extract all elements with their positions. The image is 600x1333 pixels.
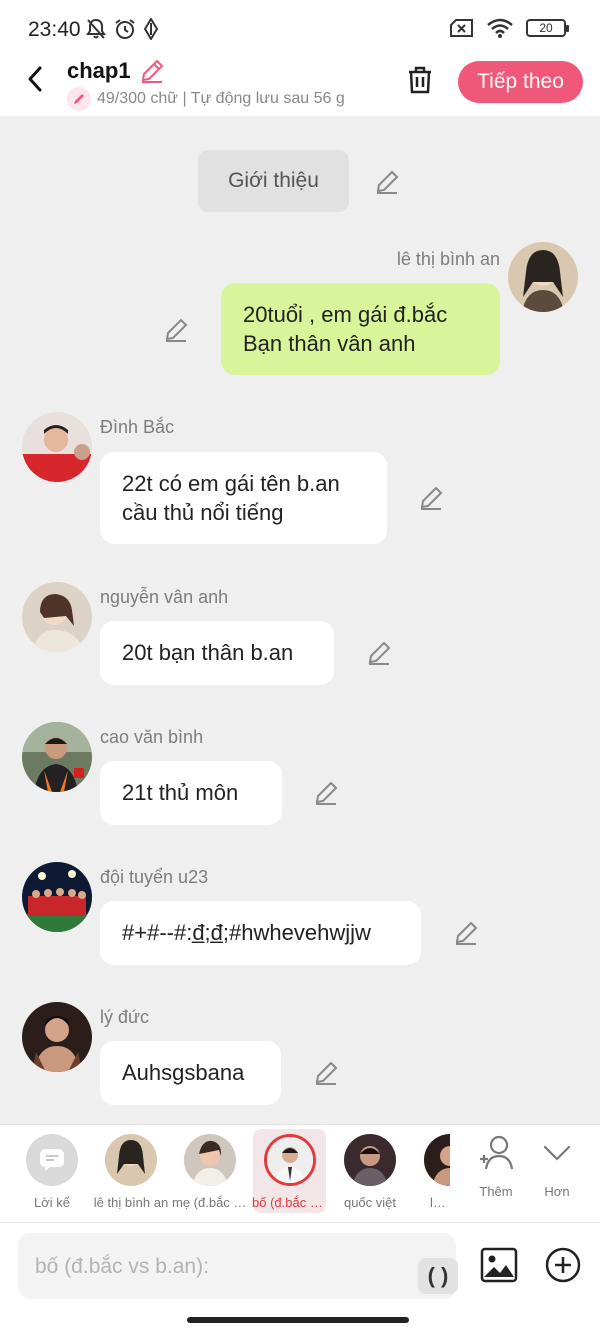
sender-name: Đình Bắc <box>100 417 175 437</box>
character-narrator[interactable]: Lời kể <box>14 1133 90 1210</box>
sender-name: nguyễn vân anh <box>100 587 229 607</box>
message-text: 20t bạn thân b.an <box>122 640 294 665</box>
notifications-off-icon <box>86 18 106 39</box>
edit-icon[interactable] <box>313 780 339 806</box>
character-label: Lời kể <box>34 1195 70 1210</box>
alarm-icon <box>115 19 135 39</box>
message-text: 22t có em gái tên b.an cầu thủ nổi tiếng <box>122 471 340 525</box>
intro-label[interactable]: Giới thiệu <box>198 150 349 212</box>
message-bubble[interactable]: Auhsgsbana <box>100 1041 281 1105</box>
home-indicator <box>187 1317 409 1323</box>
message-text: Auhsgsbana <box>122 1060 245 1085</box>
message-bubble[interactable]: 20tuổi , em gái đ.bắc Bạn thân vân anh <box>221 283 500 375</box>
avatar[interactable] <box>22 1002 92 1072</box>
avatar <box>264 1134 316 1186</box>
message-text: 20tuổi , em gái đ.bắc Bạn thân vân anh <box>243 302 448 356</box>
trash-icon <box>409 66 431 94</box>
avatar[interactable] <box>508 242 578 312</box>
avatar[interactable] <box>22 582 92 652</box>
character-label: bố (đ.bắc vs b.an) <box>252 1195 328 1210</box>
avatar[interactable] <box>22 862 92 932</box>
character-item[interactable]: lý đức <box>410 1133 450 1210</box>
narrator-icon <box>26 1134 78 1186</box>
character-item[interactable]: quốc việt <box>332 1133 408 1210</box>
avatar <box>344 1134 396 1186</box>
message-bubble[interactable]: #+#--#:đ̲;đ̲;#hwhevehwjjw <box>100 901 421 965</box>
edit-icon[interactable] <box>453 920 479 946</box>
wifi-icon <box>487 18 513 38</box>
sender-name: lý đức <box>100 1007 150 1027</box>
chapter-title-text: chap1 <box>67 58 131 83</box>
avatar <box>105 1134 157 1186</box>
character-bar: Lời kể lê thị bình an mẹ (đ.bắc vs b.an)… <box>0 1124 600 1222</box>
input-placeholder: bố (đ.bắc vs b.an): <box>35 1255 209 1278</box>
message-text: 21t thủ môn <box>122 780 239 805</box>
vpn-icon <box>144 18 158 40</box>
sender-name: cao văn bình <box>100 727 204 747</box>
editor-header: chap1 49/300 chữ | Tự động lưu sau 56 g … <box>0 56 600 116</box>
message-bubble[interactable]: 22t có em gái tên b.an cầu thủ nổi tiếng <box>100 452 387 544</box>
less-label: Hơn <box>544 1184 570 1199</box>
input-bar: bố (đ.bắc vs b.an): ( ) <box>0 1223 600 1333</box>
avatar[interactable] <box>22 412 92 482</box>
chevron-down-icon <box>543 1145 571 1161</box>
character-label: lý đức <box>430 1195 450 1210</box>
collapse-button[interactable]: Hơn <box>527 1135 587 1199</box>
character-label: mẹ (đ.bắc vs b.an) <box>172 1195 248 1210</box>
battery-indicator: 20 <box>526 19 569 37</box>
chapter-title[interactable]: chap1 <box>67 58 165 84</box>
more-label: Thêm <box>479 1184 513 1199</box>
edit-icon[interactable] <box>313 1060 339 1086</box>
character-item[interactable]: mẹ (đ.bắc vs b.an) <box>172 1133 248 1210</box>
edit-icon[interactable] <box>366 640 392 666</box>
sender-name: lê thị bình an <box>396 249 500 269</box>
add-character-button[interactable]: Thêm <box>466 1135 526 1199</box>
message-bubble[interactable]: 21t thủ môn <box>100 761 282 825</box>
character-item-selected[interactable]: bố (đ.bắc vs b.an) <box>252 1129 328 1213</box>
edit-icon[interactable] <box>418 485 444 511</box>
character-label: quốc việt <box>343 1195 397 1210</box>
pencil-icon <box>67 87 91 111</box>
chat-area[interactable]: Giới thiệu lê thị bình an 20tuổi , em gá… <box>0 116 600 1124</box>
character-label: lê thị bình an <box>93 1195 169 1210</box>
edit-icon[interactable] <box>374 169 400 195</box>
image-icon[interactable] <box>480 1246 518 1284</box>
status-bar: 23:40 20 <box>0 0 600 56</box>
sender-name: đội tuyển u23 <box>100 867 209 887</box>
avatar <box>424 1134 450 1186</box>
status-time: 23:40 <box>28 18 81 41</box>
character-item[interactable]: lê thị bình an <box>93 1133 169 1210</box>
add-person-icon <box>480 1135 514 1170</box>
back-button[interactable] <box>20 64 50 94</box>
add-icon[interactable] <box>544 1246 582 1284</box>
parentheses-button[interactable]: ( ) <box>418 1258 458 1294</box>
word-count-text: 49/300 chữ | Tự động lưu sau 56 g <box>97 90 345 107</box>
edit-icon[interactable] <box>163 317 189 343</box>
message-text: #+#--#:đ̲;đ̲;#hwhevehwjjw <box>122 920 371 945</box>
avatar <box>184 1134 236 1186</box>
message-input[interactable]: bố (đ.bắc vs b.an): ( ) <box>18 1233 458 1299</box>
message-bubble[interactable]: 20t bạn thân b.an <box>100 621 334 685</box>
delete-button[interactable] <box>402 62 438 98</box>
sim-off-icon <box>450 19 473 37</box>
edit-title-icon[interactable] <box>139 58 165 84</box>
chevron-left-icon <box>28 66 42 92</box>
avatar[interactable] <box>22 722 92 792</box>
word-count-autosave: 49/300 chữ | Tự động lưu sau 56 g <box>67 87 345 111</box>
next-button[interactable]: Tiếp theo <box>458 61 583 103</box>
